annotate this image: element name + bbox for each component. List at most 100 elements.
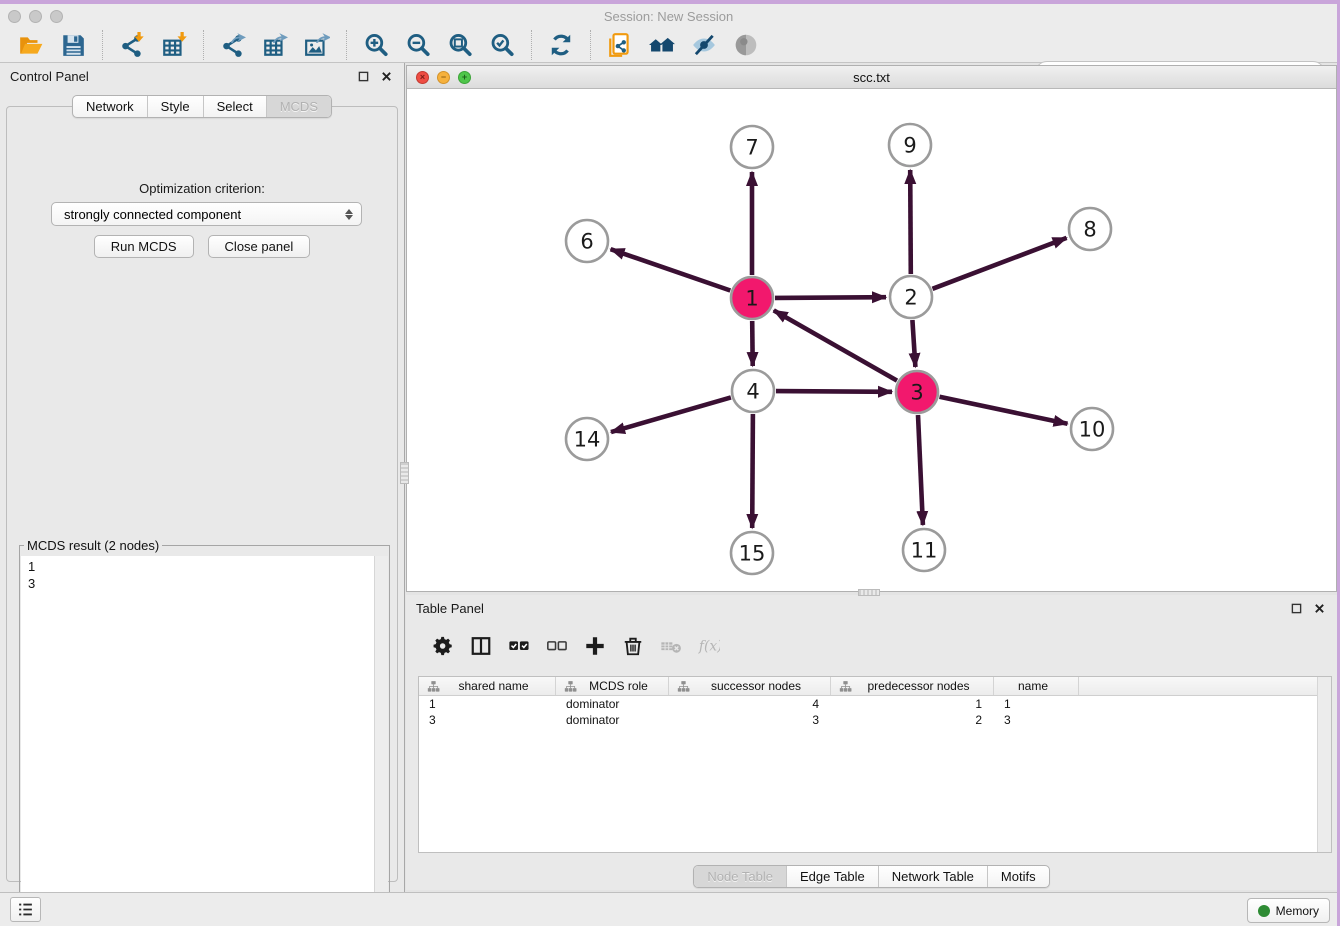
toolbar-separator: [102, 30, 103, 60]
export-image-icon[interactable]: [302, 30, 332, 60]
graph-edge-4-15[interactable]: [752, 414, 753, 528]
table-cell[interactable]: 3: [669, 712, 831, 728]
vertical-splitter-grip[interactable]: [400, 462, 409, 484]
delete-column-icon[interactable]: [619, 632, 647, 660]
close-panel-button[interactable]: Close panel: [208, 235, 311, 258]
graph-node-label: 1: [745, 287, 758, 311]
graph-edge-1-4[interactable]: [752, 321, 753, 366]
list-icon: [17, 901, 34, 918]
column-header-name[interactable]: name: [994, 677, 1079, 695]
graph-edge-3-11[interactable]: [918, 415, 923, 525]
graph-edge-4-14[interactable]: [611, 397, 731, 432]
graph-node-label: 11: [911, 539, 938, 563]
result-scrollbar[interactable]: [374, 556, 388, 913]
network-canvas[interactable]: 7968124314101511: [407, 89, 1336, 591]
float-panel-icon[interactable]: [356, 69, 371, 84]
table-cell[interactable]: dominator: [556, 712, 669, 728]
table-cell[interactable]: dominator: [556, 696, 669, 712]
graph-node-label: 9: [903, 134, 916, 158]
table-tabs: Node TableEdge TableNetwork TableMotifs: [406, 865, 1337, 888]
show-columns-icon[interactable]: [467, 632, 495, 660]
tab-style[interactable]: Style: [148, 96, 204, 117]
task-history-button[interactable]: [10, 897, 41, 922]
mcds-result-item[interactable]: 1: [28, 558, 374, 575]
application-window: Session: New Session Control Panel Netwo…: [0, 0, 1340, 926]
export-table-icon[interactable]: [260, 30, 290, 60]
run-mcds-button[interactable]: Run MCDS: [94, 235, 194, 258]
optimization-criterion-label: Optimization criterion:: [7, 181, 397, 196]
table-cell[interactable]: 3: [994, 712, 1079, 728]
refresh-layout-icon[interactable]: [546, 30, 576, 60]
table-cell[interactable]: 1: [419, 696, 556, 712]
graph-node-label: 7: [745, 136, 758, 160]
network-graph[interactable]: 7968124314101511: [407, 89, 1336, 591]
unselect-all-columns-icon[interactable]: [543, 632, 571, 660]
graph-node-label: 6: [580, 230, 593, 254]
open-file-icon[interactable]: [16, 30, 46, 60]
table-settings-icon[interactable]: [429, 632, 457, 660]
table-cell[interactable]: 1: [994, 696, 1079, 712]
zoom-in-icon[interactable]: [361, 30, 391, 60]
graph-edge-3-1[interactable]: [774, 310, 897, 380]
graph-node-label: 3: [910, 381, 923, 405]
mcds-result-item[interactable]: 3: [28, 575, 374, 592]
mcds-tab-content: Optimization criterion: strongly connect…: [6, 106, 398, 882]
tab-node-table[interactable]: Node Table: [694, 866, 787, 887]
table-scrollbar[interactable]: [1317, 677, 1331, 852]
network-window-titlebar: × − + scc.txt: [407, 66, 1336, 89]
tab-mcds[interactable]: MCDS: [267, 96, 331, 117]
tab-motifs[interactable]: Motifs: [988, 866, 1049, 887]
tab-edge-table[interactable]: Edge Table: [787, 866, 879, 887]
optimization-criterion-select[interactable]: strongly connected component: [51, 202, 362, 226]
import-network-icon[interactable]: [117, 30, 147, 60]
table-cell[interactable]: 3: [419, 712, 556, 728]
add-column-icon[interactable]: [581, 632, 609, 660]
zoom-out-icon[interactable]: [403, 30, 433, 60]
graph-edge-3-10[interactable]: [940, 397, 1068, 424]
column-header-shared-name[interactable]: shared name: [419, 677, 556, 695]
float-table-panel-icon[interactable]: [1289, 601, 1304, 616]
horizontal-splitter-grip[interactable]: [858, 589, 880, 596]
table-panel-header: Table Panel: [406, 595, 1337, 621]
graph-edge-2-3[interactable]: [912, 320, 915, 367]
show-graphics-details-icon: [731, 30, 761, 60]
memory-button[interactable]: Memory: [1247, 898, 1330, 923]
close-table-panel-icon[interactable]: [1312, 601, 1327, 616]
save-session-icon[interactable]: [58, 30, 88, 60]
delete-table-icon: [657, 632, 685, 660]
table-row[interactable]: 1dominator411: [419, 696, 1331, 712]
optimization-criterion-value: strongly connected component: [64, 207, 345, 222]
graph-node-label: 14: [574, 428, 601, 452]
control-panel-header: Control Panel: [0, 63, 404, 89]
close-panel-icon[interactable]: [379, 69, 394, 84]
function-builder-icon: f(x): [695, 632, 723, 660]
node-table-body: 1dominator4113dominator323: [419, 696, 1331, 728]
tab-select[interactable]: Select: [204, 96, 267, 117]
column-header-predecessor-nodes[interactable]: predecessor nodes: [831, 677, 994, 695]
table-cell[interactable]: 1: [831, 696, 994, 712]
graph-edge-4-3[interactable]: [776, 391, 892, 392]
column-label: predecessor nodes: [854, 679, 989, 693]
hide-graphics-details-icon[interactable]: [689, 30, 719, 60]
column-header-mcds-role[interactable]: MCDS role: [556, 677, 669, 695]
tab-network-table[interactable]: Network Table: [879, 866, 988, 887]
mcds-result-title: MCDS result (2 nodes): [24, 538, 162, 553]
graph-edge-1-6[interactable]: [611, 249, 731, 290]
table-cell[interactable]: 2: [831, 712, 994, 728]
zoom-selected-icon[interactable]: [487, 30, 517, 60]
export-network-icon[interactable]: [218, 30, 248, 60]
graph-edge-2-8[interactable]: [933, 238, 1067, 289]
clone-network-icon[interactable]: [605, 30, 635, 60]
table-panel: Table Panel f(x) shared nameMCDS rolesuc…: [406, 595, 1337, 890]
graph-edge-2-9[interactable]: [910, 170, 911, 274]
graph-edge-1-2[interactable]: [775, 297, 886, 298]
select-all-columns-icon[interactable]: [505, 632, 533, 660]
table-cell[interactable]: 4: [669, 696, 831, 712]
home-icon[interactable]: [647, 30, 677, 60]
import-table-icon[interactable]: [159, 30, 189, 60]
tab-network[interactable]: Network: [73, 96, 148, 117]
table-row[interactable]: 3dominator323: [419, 712, 1331, 728]
memory-status-icon: [1258, 905, 1270, 917]
zoom-fit-icon[interactable]: [445, 30, 475, 60]
column-header-successor-nodes[interactable]: successor nodes: [669, 677, 831, 695]
